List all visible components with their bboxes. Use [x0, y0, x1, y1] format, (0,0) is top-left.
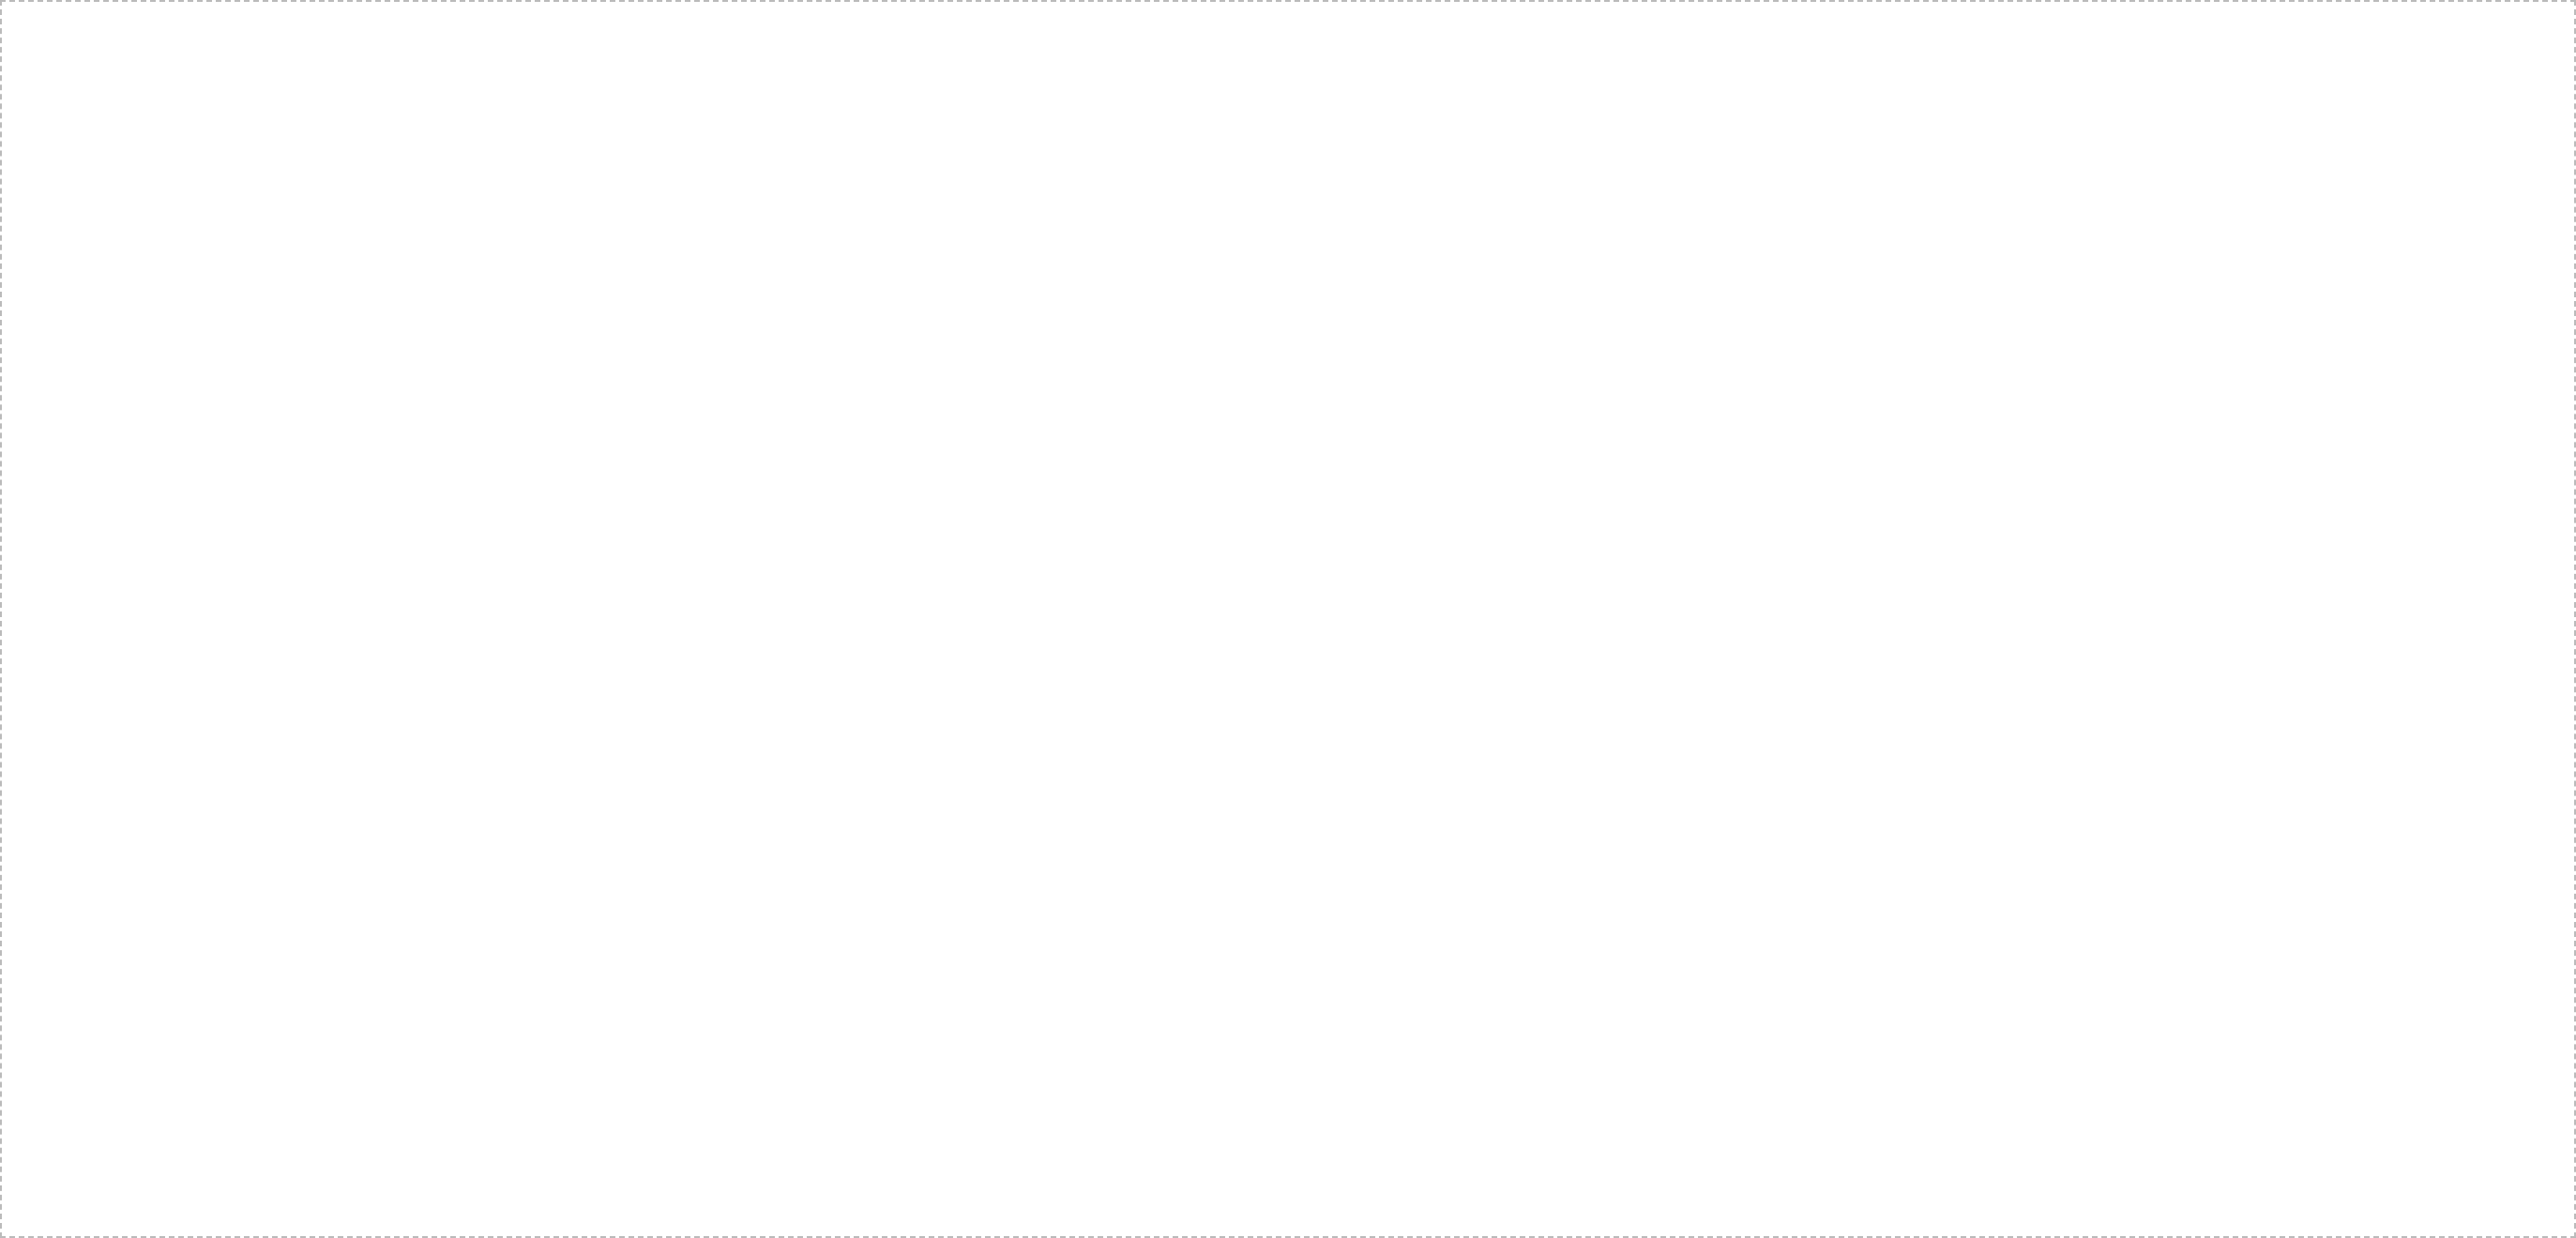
empty-canvas — [0, 0, 2576, 1238]
